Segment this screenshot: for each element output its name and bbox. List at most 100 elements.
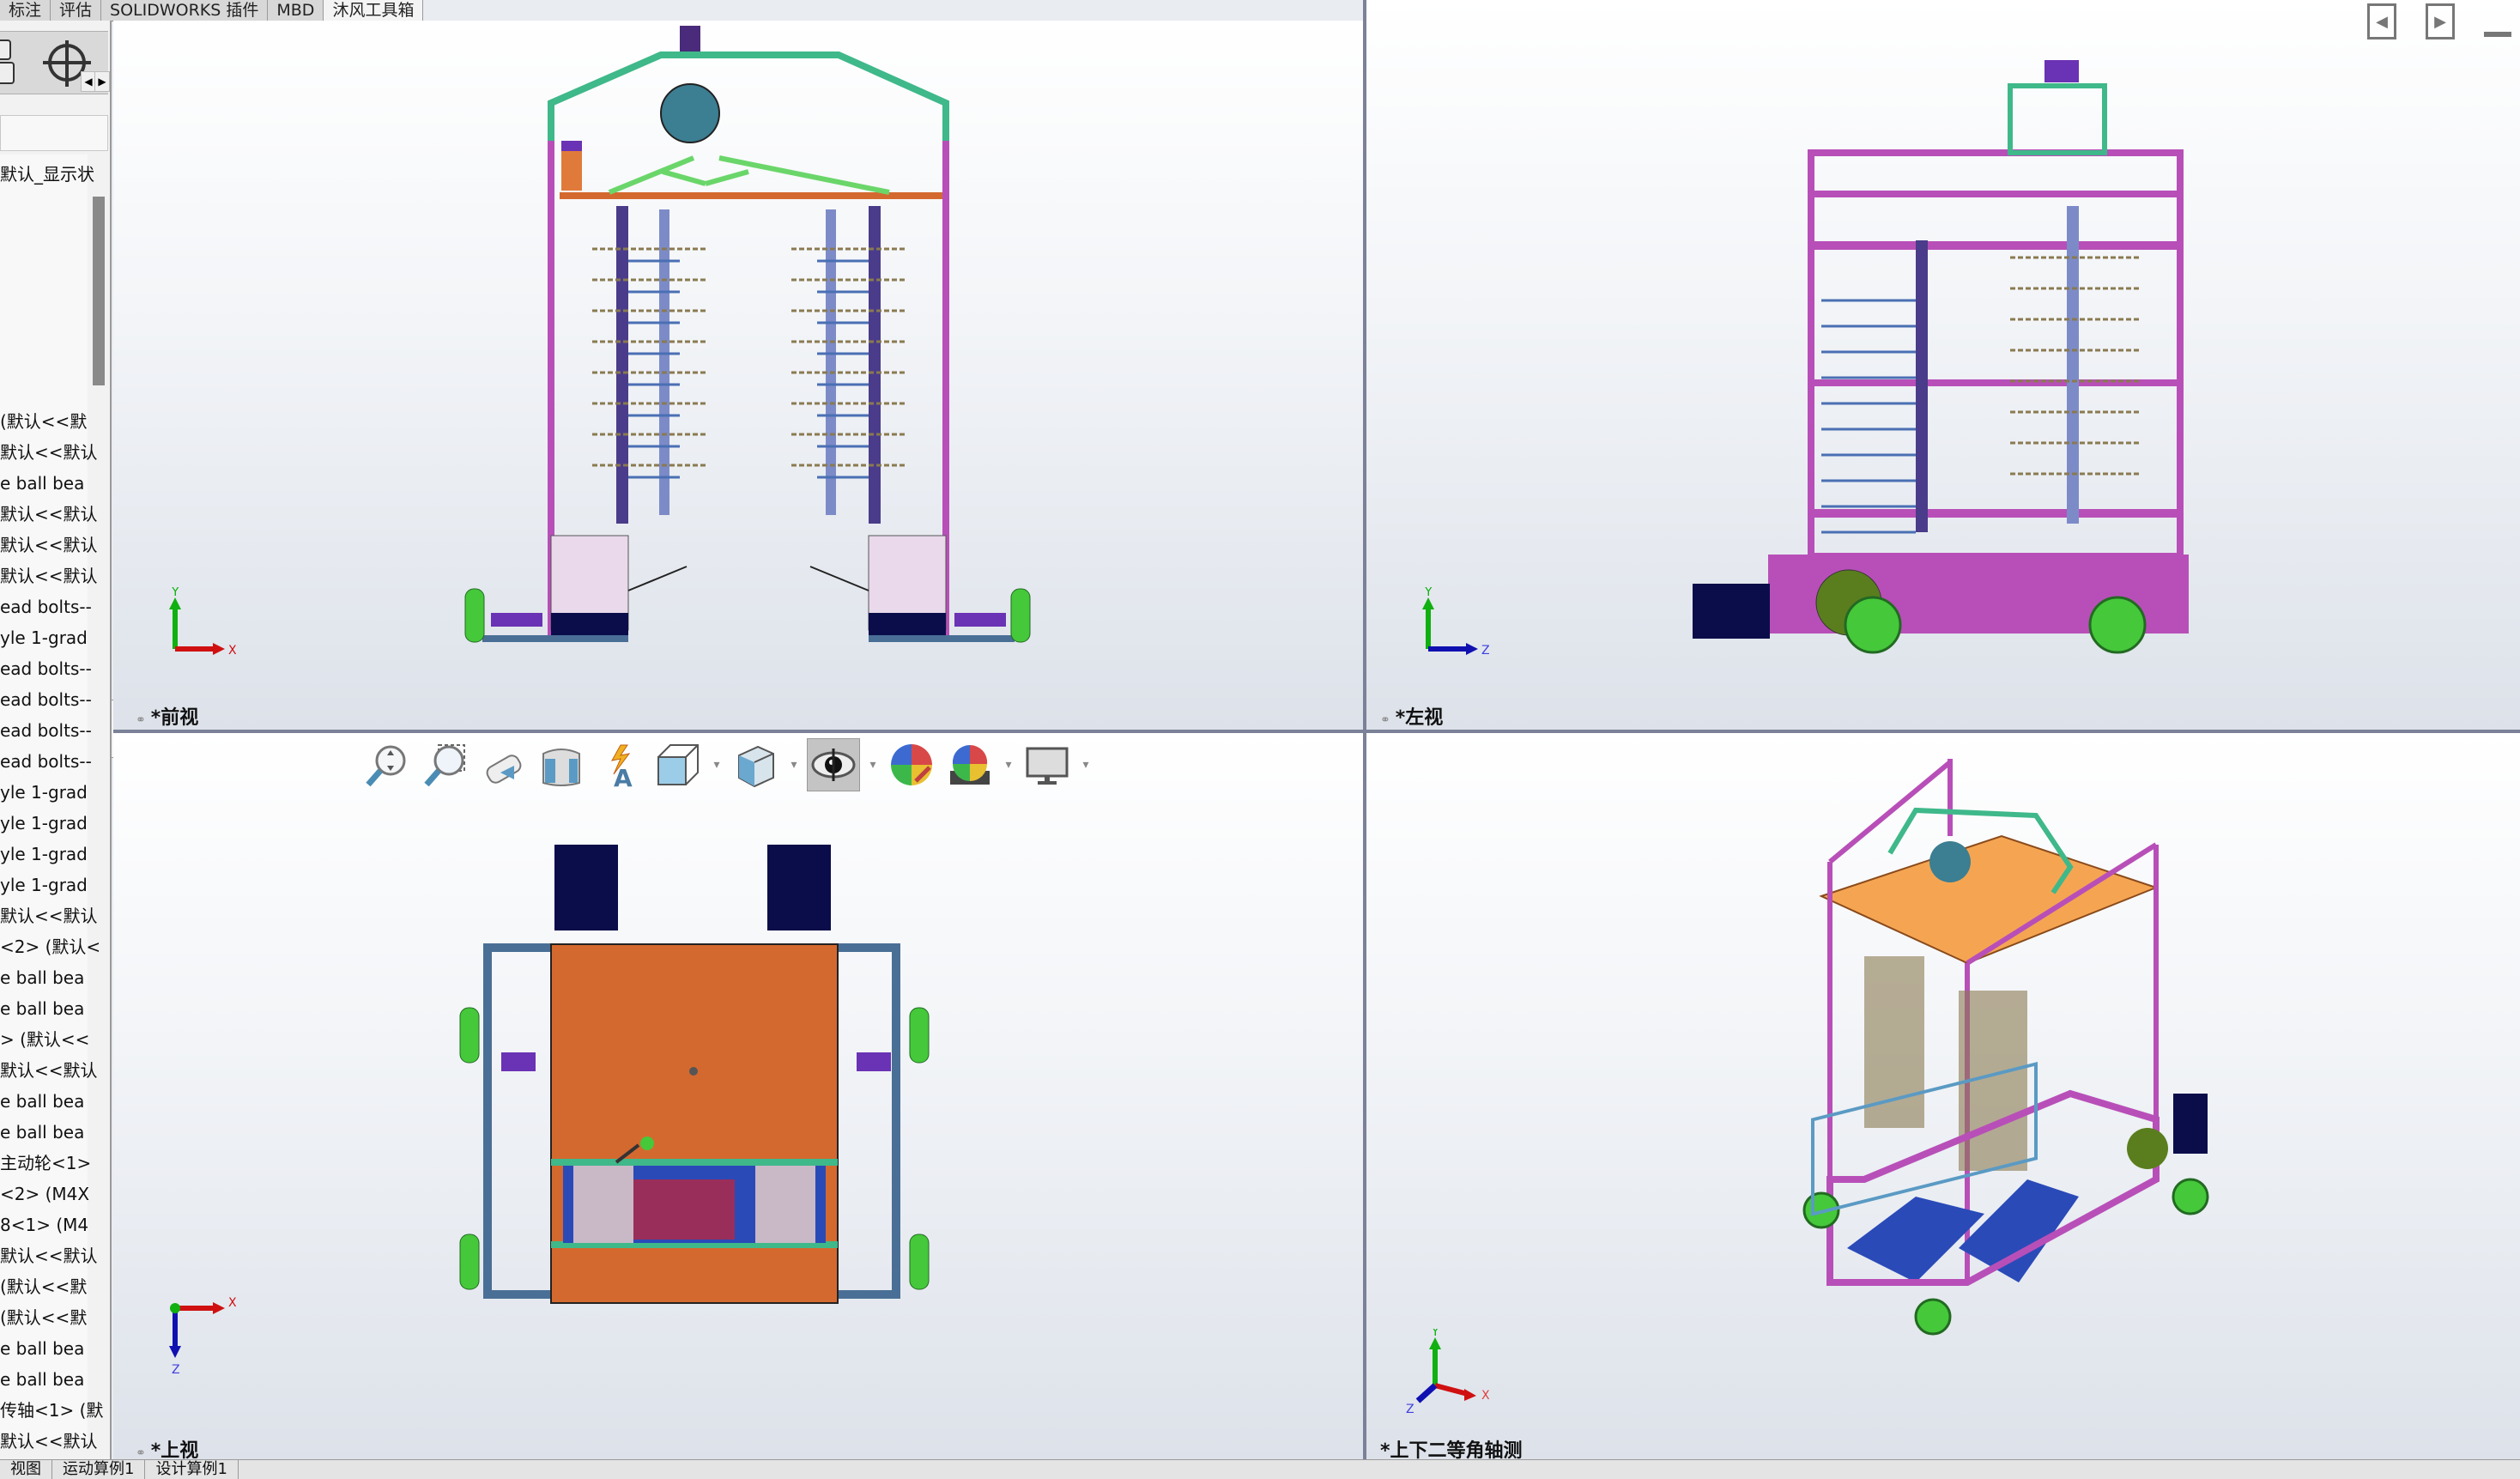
zoom-to-fit-icon[interactable]: [360, 739, 412, 791]
edit-appearance-icon[interactable]: [886, 739, 937, 791]
feature-manager-toolbar: ◀ ▶: [0, 31, 110, 94]
previous-view-icon[interactable]: [477, 739, 529, 791]
feature-tree-item[interactable]: yle 1-grad: [0, 779, 88, 805]
feature-tree-item[interactable]: ead bolts--: [0, 656, 92, 682]
display-state-item[interactable]: 默认_显示状: [0, 161, 94, 187]
feature-tree-item[interactable]: (默认<<默: [0, 409, 87, 434]
hide-show-items-icon[interactable]: [807, 738, 860, 791]
feature-tree-item[interactable]: yle 1-grad: [0, 810, 88, 836]
feature-tree-item[interactable]: ead bolts--: [0, 594, 92, 620]
view-settings-dropdown[interactable]: ▾: [1080, 758, 1092, 772]
tab-mbd[interactable]: MBD: [268, 0, 324, 21]
dynamic-annotation-views-icon[interactable]: A: [594, 739, 645, 791]
configuration-manager-icon[interactable]: [0, 37, 19, 87]
triad-y-label: Y: [171, 587, 179, 599]
viewport-label-top: ⚭ *上视: [136, 1440, 199, 1459]
zoom-to-area-icon[interactable]: [419, 739, 470, 791]
feature-manager-panel: ◀ ▶ 默认_显示状 (默认<<默 默认<<默认 e ball bea 默认<<默认默…: [0, 21, 112, 1459]
top-view-model: [459, 845, 930, 1304]
view-orientation-dropdown[interactable]: ▾: [711, 758, 723, 772]
link-views-icon: ⚭: [1380, 713, 1390, 727]
tab-design-study[interactable]: 设计算例1: [145, 1460, 239, 1479]
feature-tree-item[interactable]: 8<1> (M4: [0, 1212, 88, 1238]
view-orientation-icon[interactable]: [652, 739, 704, 791]
bottom-tab-bar: 视图 运动算例1 设计算例1: [0, 1459, 2520, 1479]
apply-scene-icon[interactable]: [944, 739, 996, 791]
command-manager-tabs: 标注 评估 SOLIDWORKS 插件 MBD 沐风工具箱: [0, 0, 424, 21]
link-views-icon: ⚭: [136, 1446, 146, 1459]
viewport-label-left: ⚭ *左视: [1380, 707, 1444, 729]
feature-tree-item[interactable]: e ball bea: [0, 996, 84, 1021]
feature-tree-item[interactable]: <2> (M4X: [0, 1181, 89, 1207]
display-style-dropdown[interactable]: ▾: [788, 758, 800, 772]
feature-tree-item[interactable]: (默认<<默: [0, 1274, 87, 1300]
feature-tree-item[interactable]: ead bolts--: [0, 687, 92, 712]
heads-up-view-toolbar: A ▾ ▾ ▾ ▾ ▾: [360, 736, 1092, 793]
feature-tree-item[interactable]: e ball bea: [0, 470, 84, 496]
tab-evaluate[interactable]: 评估: [51, 0, 102, 21]
feature-tree-item[interactable]: 传轴<1> (默: [0, 1397, 103, 1423]
tab-mufeng-toolbox[interactable]: 沐风工具箱: [324, 0, 424, 21]
viewport-isometric[interactable]: Y X Z *上下二等角轴测: [1366, 733, 2520, 1459]
display-style-icon[interactable]: [730, 739, 781, 791]
feature-tree-item[interactable]: 主动轮<1>: [0, 1150, 91, 1176]
feature-tree-item[interactable]: 默认<<默认: [0, 501, 98, 527]
feature-tree-item[interactable]: 默认<<默认: [0, 903, 98, 929]
coordinate-triad-top: XZ: [165, 1291, 242, 1380]
svg-text:Y: Y: [1424, 587, 1433, 599]
triad-x-label: X: [228, 644, 237, 658]
feature-tree-scrollbar[interactable]: [93, 197, 105, 385]
minimize-button[interactable]: [2484, 32, 2511, 37]
feature-tree-item[interactable]: e ball bea: [0, 1367, 84, 1392]
next-view-button[interactable]: ▶: [2426, 3, 2455, 39]
feature-tree-item[interactable]: > (默认<<: [0, 1027, 89, 1052]
viewport-left[interactable]: YZ ⚭ *左视 ◀ ▶: [1366, 0, 2520, 730]
isometric-view-model: [1802, 759, 2209, 1336]
feature-tree-item[interactable]: e ball bea: [0, 1119, 84, 1145]
viewport-top[interactable]: A ▾ ▾ ▾ ▾ ▾ XZ ⚭ *上视: [113, 733, 1363, 1459]
hide-show-items-dropdown[interactable]: ▾: [867, 758, 879, 772]
feature-filter-input[interactable]: [0, 115, 108, 151]
feature-tree-item[interactable]: 默认<<默认: [0, 439, 98, 465]
section-view-icon[interactable]: [536, 739, 587, 791]
svg-text:X: X: [1481, 1389, 1490, 1403]
feature-tree-item[interactable]: 默认<<默认: [0, 563, 98, 589]
left-view-model: [1693, 60, 2189, 654]
feature-tree-item[interactable]: yle 1-grad: [0, 841, 88, 867]
feature-tree-item[interactable]: yle 1-grad: [0, 625, 88, 651]
feature-tree-item[interactable]: <2> (默认<: [0, 934, 100, 960]
coordinate-triad-left: YZ: [1418, 585, 1495, 668]
feature-tree-item[interactable]: yle 1-grad: [0, 872, 88, 898]
feature-tree-item[interactable]: ead bolts--: [0, 718, 92, 743]
tab-model-view[interactable]: 视图: [0, 1460, 52, 1479]
feature-tree-item[interactable]: (默认<<默: [0, 1305, 87, 1330]
link-views-icon: ⚭: [136, 713, 146, 727]
feature-tree-item[interactable]: 默认<<默认: [0, 532, 98, 558]
previous-view-button[interactable]: ◀: [2367, 3, 2396, 39]
svg-text:Z: Z: [1481, 644, 1490, 658]
front-view-model: [464, 26, 1031, 643]
view-settings-icon[interactable]: [1021, 739, 1073, 791]
window-controls: ◀ ▶: [2367, 0, 2520, 43]
coordinate-triad-front: YX: [165, 585, 242, 668]
feature-tree-item[interactable]: 默认<<默认: [0, 1243, 98, 1269]
tab-scroll-right-button[interactable]: ▶: [94, 71, 110, 92]
feature-tree-item[interactable]: e ball bea: [0, 1088, 84, 1114]
feature-tree-item[interactable]: e ball bea: [0, 1336, 84, 1361]
coordinate-triad-iso: Y X Z: [1401, 1325, 1495, 1418]
apply-scene-dropdown[interactable]: ▾: [1003, 758, 1015, 772]
svg-text:X: X: [228, 1296, 237, 1310]
feature-tree-item[interactable]: 默认<<默认: [0, 1058, 98, 1083]
feature-tree-item[interactable]: ead bolts--: [0, 749, 92, 774]
svg-text:Z: Z: [172, 1363, 180, 1377]
feature-tree-item[interactable]: 默认<<默认: [0, 1428, 98, 1454]
feature-tree: 默认_显示状 (默认<<默 默认<<默认 e ball bea 默认<<默认 默认<<默…: [0, 155, 103, 1452]
tab-solidworks-addins[interactable]: SOLIDWORKS 插件: [101, 0, 269, 21]
viewport-label-isometric: *上下二等角轴测: [1380, 1440, 1523, 1459]
tab-annotation[interactable]: 标注: [0, 0, 51, 21]
tab-motion-study[interactable]: 运动算例1: [52, 1460, 146, 1479]
feature-tree-item[interactable]: e ball bea: [0, 965, 84, 991]
viewport-label-front: ⚭ *前视: [136, 707, 199, 729]
viewport-front[interactable]: YX ⚭ *前视: [113, 21, 1363, 730]
svg-text:A: A: [614, 764, 633, 788]
